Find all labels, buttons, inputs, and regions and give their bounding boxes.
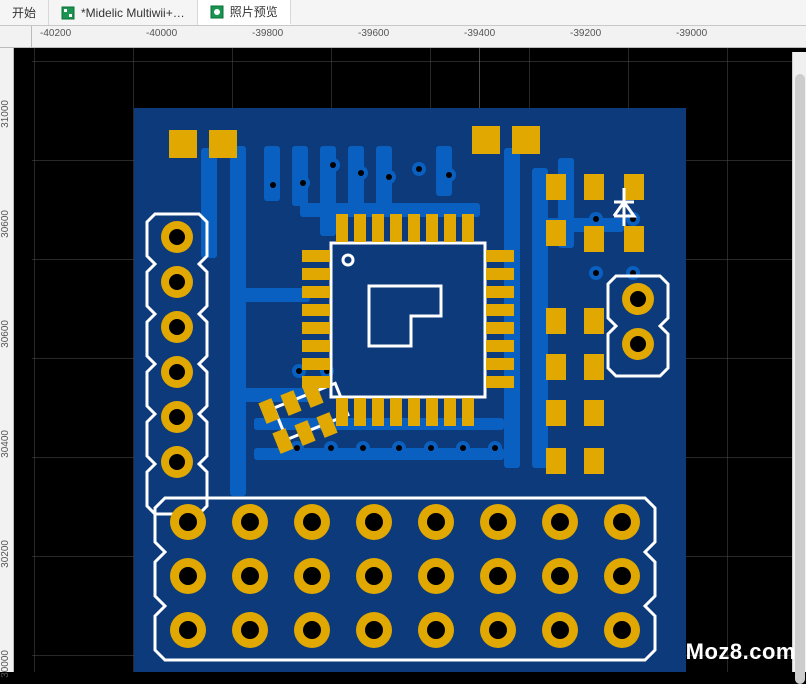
h-tick: -39200 — [570, 28, 601, 39]
pcb-icon — [61, 6, 75, 20]
tab-start-label: 开始 — [12, 4, 36, 21]
v-tick: 31000 — [0, 100, 11, 128]
h-tick: -39800 — [252, 28, 283, 39]
scrollbar-thumb[interactable] — [795, 74, 805, 684]
h-tick: -39000 — [676, 28, 707, 39]
v-tick: 30600 — [0, 320, 11, 348]
v-tick: 30200 — [0, 540, 11, 568]
v-tick: 30000 — [0, 650, 11, 678]
preview-icon — [210, 5, 224, 19]
vertical-ruler[interactable]: 31000 30600 30600 30400 30200 30000 — [0, 48, 14, 672]
v-tick: 30600 — [0, 210, 11, 238]
ruler-corner — [0, 26, 32, 48]
workspace: -40200 -40000 -39800 -39600 -39400 -3920… — [0, 26, 806, 672]
vertical-scrollbar[interactable] — [792, 52, 806, 672]
tab-preview-label: 照片预览 — [230, 3, 278, 20]
tab-preview[interactable]: 照片预览 — [198, 0, 291, 25]
h-tick: -39400 — [464, 28, 495, 39]
pcb-board — [134, 108, 686, 672]
v-tick: 30400 — [0, 430, 11, 458]
tab-file[interactable]: *Midelic Multiwii+… — [49, 0, 198, 25]
tab-bar: 开始 *Midelic Multiwii+… 照片预览 — [0, 0, 806, 26]
horizontal-ruler[interactable]: -40200 -40000 -39800 -39600 -39400 -3920… — [32, 26, 806, 48]
tab-start[interactable]: 开始 — [0, 0, 49, 25]
watermark: Moz8.com — [686, 639, 796, 665]
pcb-canvas[interactable] — [32, 48, 806, 672]
h-tick: -40200 — [40, 28, 71, 39]
h-tick: -39600 — [358, 28, 389, 39]
h-tick: -40000 — [146, 28, 177, 39]
tab-file-label: *Midelic Multiwii+… — [81, 6, 185, 20]
